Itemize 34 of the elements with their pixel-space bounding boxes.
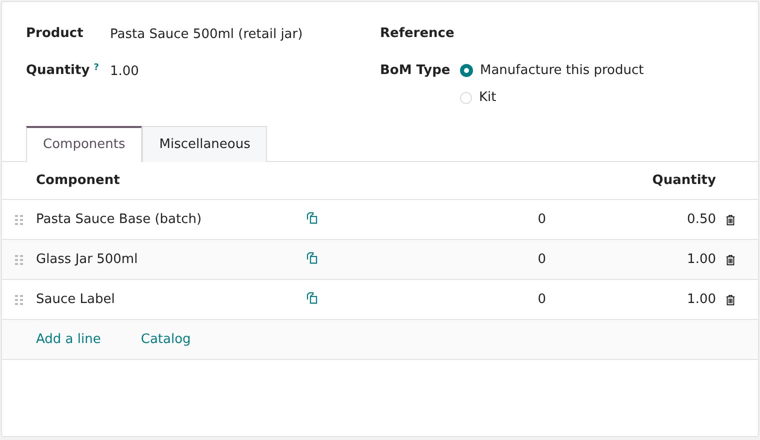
- action-link[interactable]: Add a line: [36, 332, 101, 347]
- field-label: Reference: [380, 26, 454, 41]
- table-cell-text: 1.00: [686, 292, 716, 307]
- table-cell-text: 0: [536, 212, 546, 227]
- action-link[interactable]: Catalog: [140, 332, 191, 347]
- delete-icon[interactable]: [724, 214, 736, 226]
- field-label: BoM Type: [380, 63, 450, 78]
- drag-handle-icon[interactable]: [13, 214, 25, 226]
- table-cell-text: 0: [536, 252, 546, 267]
- tab[interactable]: Components: [26, 126, 142, 162]
- table-cell-text: 0.50: [686, 212, 716, 227]
- field-label: Product: [26, 26, 84, 41]
- table-cell-text: 1.00: [686, 252, 716, 267]
- option-label[interactable]: Manufacture this product: [480, 63, 644, 78]
- field-value[interactable]: 1.00: [110, 63, 139, 100]
- column-header: Quantity: [651, 173, 716, 188]
- copy-icon: [306, 292, 318, 304]
- table-cell-text: Sauce Label: [36, 292, 116, 307]
- help-link[interactable]: ?: [94, 63, 99, 73]
- radio-button[interactable]: [460, 64, 473, 77]
- copy-icon: [306, 252, 318, 264]
- table-cell-text: 0: [536, 292, 546, 307]
- tab[interactable]: Miscellaneous: [142, 126, 268, 162]
- option-label[interactable]: Kit: [479, 90, 496, 105]
- field-label: Quantity: [26, 63, 90, 78]
- table-cell-text: Pasta Sauce Base (batch): [36, 212, 203, 227]
- delete-icon[interactable]: [724, 254, 736, 266]
- copy-icon: [306, 212, 318, 224]
- table-cell-text: Glass Jar 500ml: [36, 252, 139, 267]
- delete-icon[interactable]: [724, 294, 736, 306]
- column-header: Component: [36, 173, 121, 188]
- field-value[interactable]: Pasta Sauce 500ml (retail jar): [110, 26, 303, 63]
- drag-handle-icon[interactable]: [13, 294, 25, 306]
- drag-handle-icon[interactable]: [13, 254, 25, 266]
